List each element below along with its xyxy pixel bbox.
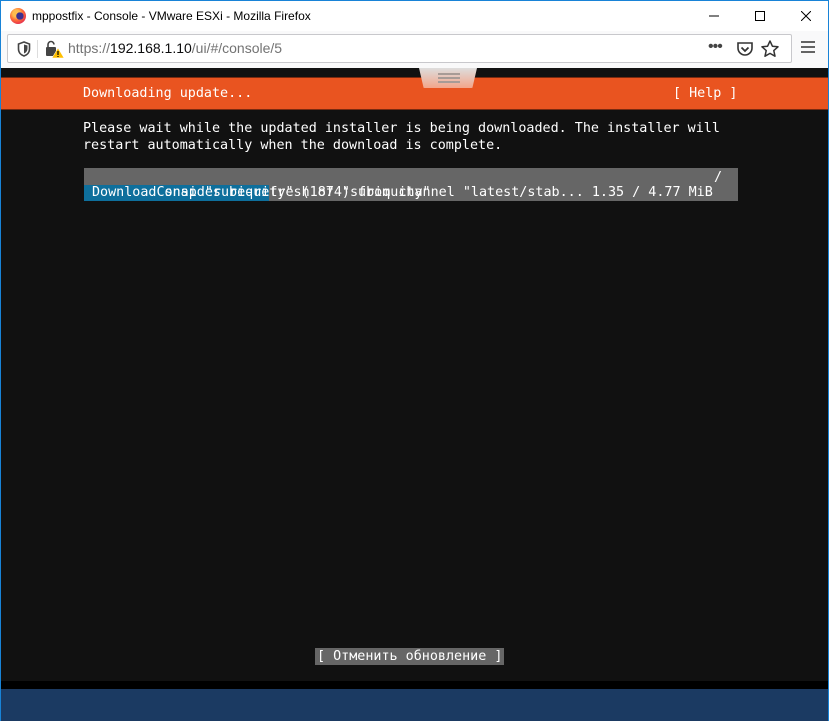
navigation-bar: https://192.168.1.10/ui/#/console/5 ••• bbox=[1, 31, 828, 68]
shield-icon[interactable] bbox=[17, 41, 31, 57]
close-icon bbox=[801, 11, 811, 21]
minimize-button[interactable] bbox=[691, 1, 737, 31]
download-line: Download snap "subiquity" (1874) from ch… bbox=[92, 185, 713, 200]
handle-line bbox=[438, 77, 460, 79]
close-button[interactable] bbox=[783, 1, 829, 31]
insecure-lock-icon[interactable] bbox=[45, 40, 65, 58]
minimize-icon bbox=[709, 15, 719, 17]
header-title: Downloading update... bbox=[83, 86, 253, 101]
hamburger-menu-icon[interactable] bbox=[800, 40, 816, 54]
installer-header: Downloading update... [ Help ] bbox=[1, 77, 828, 110]
firefox-logo-icon bbox=[10, 8, 26, 24]
message-line-2: restart automatically when the download … bbox=[83, 138, 503, 153]
task-line: Consider re-refresh of "subiquity" / bbox=[92, 169, 730, 233]
bookmark-star-icon[interactable] bbox=[760, 39, 780, 59]
url-path: /ui/#/console/5 bbox=[191, 40, 283, 56]
url-scheme: https:// bbox=[68, 40, 111, 56]
pocket-icon[interactable] bbox=[736, 41, 754, 57]
url-bar[interactable]: https://192.168.1.10/ui/#/console/5 ••• bbox=[7, 34, 792, 63]
maximize-icon bbox=[755, 11, 765, 21]
title-bar: mppostfix - Console - VMware ESXi - Mozi… bbox=[1, 1, 828, 31]
message-line-1: Please wait while the updated installer … bbox=[83, 121, 720, 136]
handle-line bbox=[438, 81, 460, 83]
url-separator bbox=[37, 40, 38, 58]
window-title: mppostfix - Console - VMware ESXi - Mozi… bbox=[32, 9, 311, 23]
url-host: 192.168.1.10 bbox=[110, 40, 192, 56]
console-bottom-strip bbox=[1, 681, 828, 689]
download-progress-box: Consider re-refresh of "subiquity" / Dow… bbox=[84, 168, 738, 201]
vm-console[interactable]: Downloading update... [ Help ] Please wa… bbox=[1, 68, 828, 681]
url-text[interactable]: https://192.168.1.10/ui/#/console/5 bbox=[68, 40, 282, 56]
page-actions-icon[interactable]: ••• bbox=[708, 38, 723, 56]
console-toolbar-handle[interactable] bbox=[419, 68, 477, 88]
handle-line bbox=[438, 73, 460, 75]
esxi-bottom-bar bbox=[1, 689, 828, 721]
spinner: / bbox=[713, 170, 722, 185]
status-message: Please wait while the updated installer … bbox=[83, 120, 720, 154]
firefox-window: mppostfix - Console - VMware ESXi - Mozi… bbox=[0, 0, 829, 721]
cancel-update-button[interactable]: [ Отменить обновление ] bbox=[315, 648, 505, 665]
help-button[interactable]: [ Help ] bbox=[673, 86, 738, 101]
maximize-button[interactable] bbox=[737, 1, 783, 31]
